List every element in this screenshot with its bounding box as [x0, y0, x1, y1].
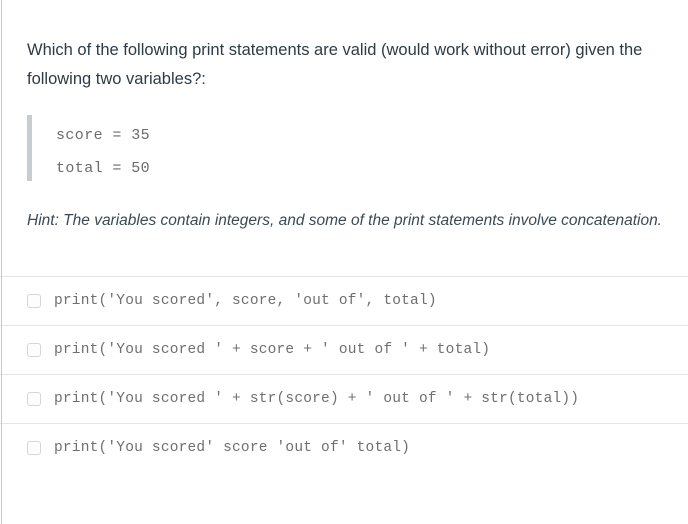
checkbox-icon-option-4[interactable]: [27, 441, 41, 455]
hint-text: Hint: The variables contain integers, an…: [27, 212, 662, 229]
page-left-edge-rule: [1, 0, 2, 524]
answer-options-list: print('You scored', score, 'out of', tot…: [0, 276, 688, 472]
answer-option-4-label: print('You scored' score 'out of' total): [54, 440, 411, 456]
answer-option-1[interactable]: print('You scored', score, 'out of', tot…: [0, 276, 688, 325]
answer-option-3-label: print('You scored ' + str(score) + ' out…: [54, 391, 580, 407]
answer-option-1-label: print('You scored', score, 'out of', tot…: [54, 293, 437, 309]
answer-option-2[interactable]: print('You scored ' + score + ' out of '…: [0, 325, 688, 374]
question-container: Which of the following print statements …: [0, 0, 688, 235]
answer-option-3[interactable]: print('You scored ' + str(score) + ' out…: [0, 374, 688, 423]
answer-option-4[interactable]: print('You scored' score 'out of' total): [0, 423, 688, 472]
code-sample-block: score = 35 total = 50: [27, 115, 688, 181]
code-line-total: total = 50: [56, 160, 151, 177]
checkbox-icon-option-1[interactable]: [27, 294, 41, 308]
checkbox-icon-option-2[interactable]: [27, 343, 41, 357]
question-prompt: Which of the following print statements …: [27, 41, 643, 88]
checkbox-icon-option-3[interactable]: [27, 392, 41, 406]
code-line-score: score = 35: [56, 127, 151, 144]
answer-option-2-label: print('You scored ' + score + ' out of '…: [54, 342, 491, 358]
